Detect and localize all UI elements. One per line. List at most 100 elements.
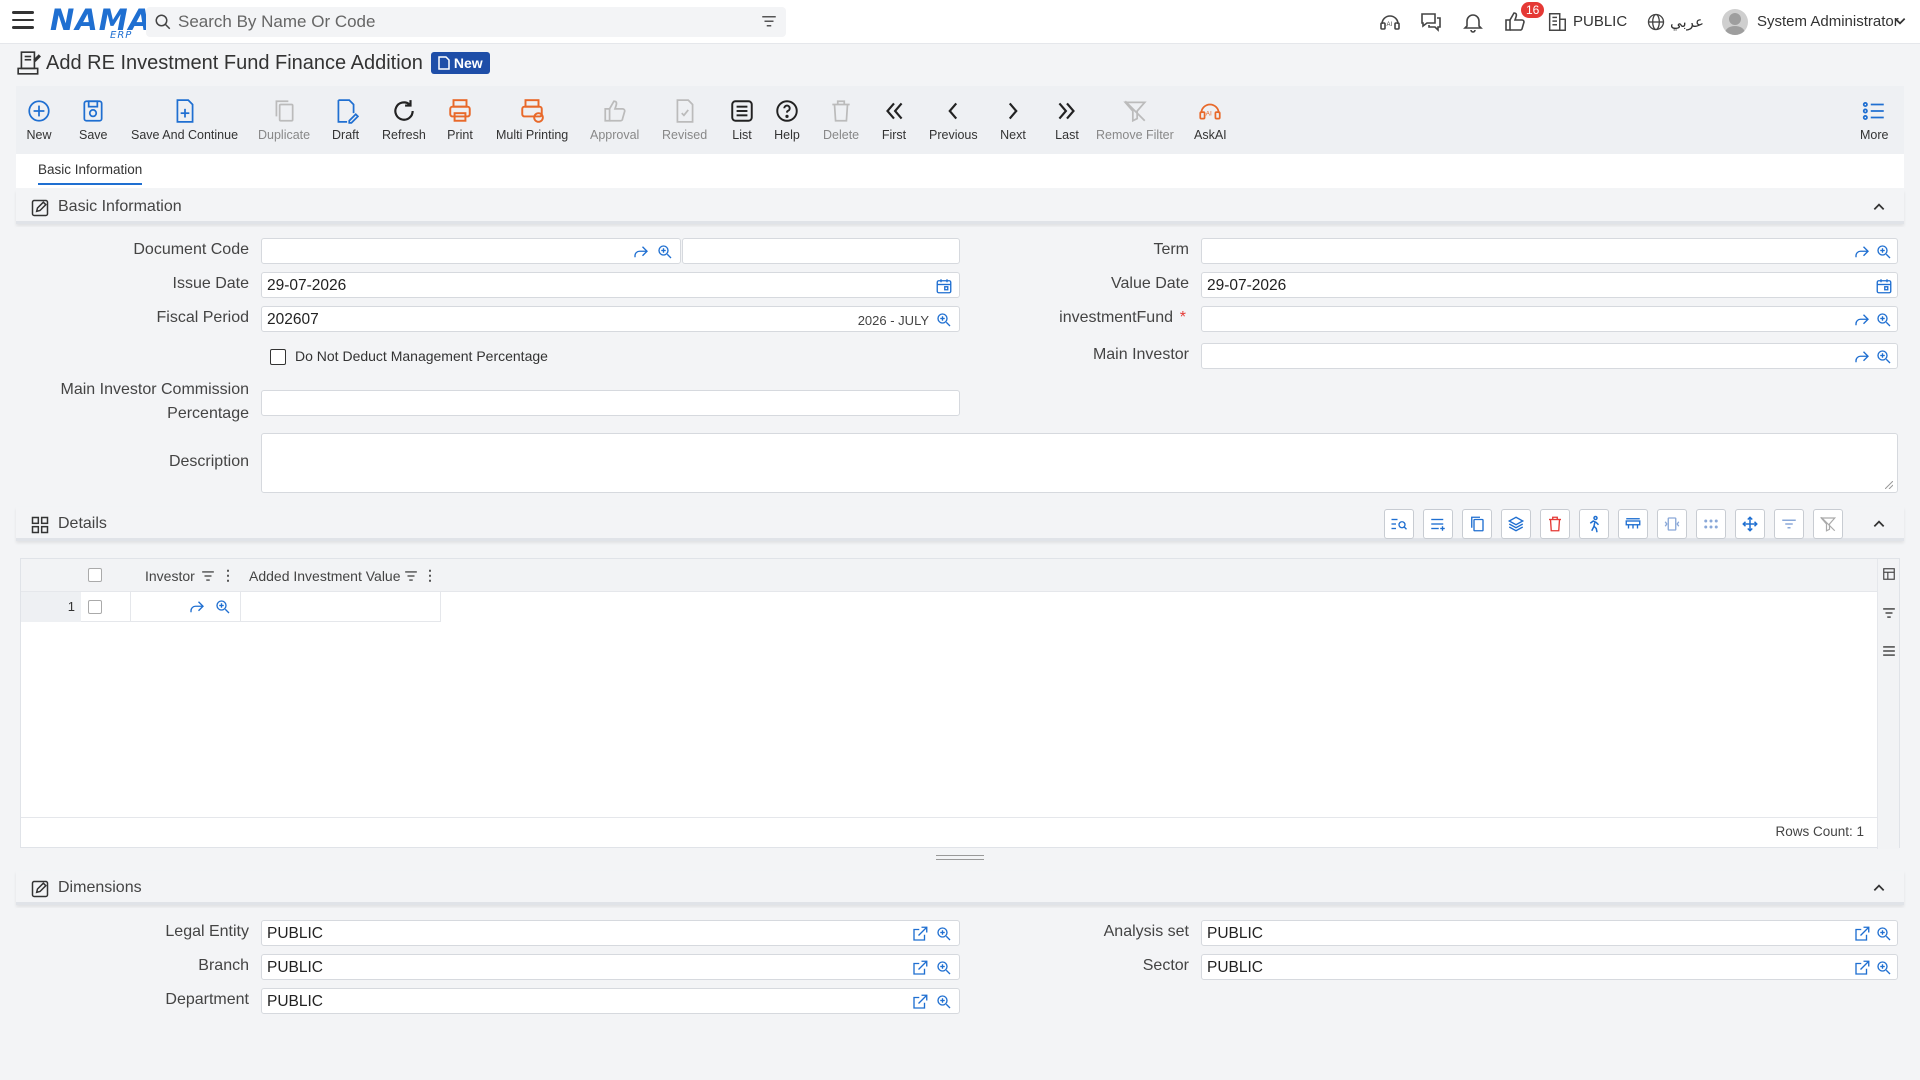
grid-add-row-button[interactable] bbox=[1423, 509, 1453, 539]
column-menu-icon[interactable]: ⋮ bbox=[423, 567, 437, 584]
search-input[interactable] bbox=[178, 11, 738, 33]
grid-fit-button[interactable] bbox=[1657, 509, 1687, 539]
next-button[interactable]: Next bbox=[1000, 86, 1026, 154]
grid-filter-button[interactable] bbox=[1774, 509, 1804, 539]
resize-handle-icon[interactable] bbox=[1885, 481, 1893, 489]
chevron-up-icon[interactable] bbox=[1872, 881, 1886, 895]
search-icon[interactable] bbox=[935, 311, 953, 329]
app-logo[interactable]: NAMA ERP bbox=[50, 3, 152, 41]
draft-button[interactable]: Draft bbox=[332, 86, 359, 154]
investment-fund-field[interactable] bbox=[1201, 306, 1898, 332]
grid-search-button[interactable] bbox=[1384, 509, 1414, 539]
department-field[interactable]: PUBLIC bbox=[261, 988, 960, 1014]
search-icon[interactable] bbox=[1875, 959, 1893, 977]
column-header-investor[interactable]: Investor bbox=[145, 568, 195, 584]
duplicate-button[interactable]: Duplicate bbox=[258, 86, 310, 154]
select-all-checkbox[interactable] bbox=[88, 568, 102, 582]
grid-dots-button[interactable] bbox=[1696, 509, 1726, 539]
investor-cell[interactable] bbox=[130, 592, 241, 622]
globe-icon[interactable] bbox=[1646, 10, 1666, 34]
external-link-icon[interactable] bbox=[911, 925, 929, 943]
legal-entity-field[interactable]: PUBLIC bbox=[261, 920, 960, 946]
external-link-icon[interactable] bbox=[1853, 925, 1871, 943]
main-investor-field[interactable] bbox=[1201, 343, 1898, 369]
grid-run-button[interactable] bbox=[1579, 509, 1609, 539]
search-icon[interactable] bbox=[935, 959, 953, 977]
column-filter-icon[interactable] bbox=[404, 570, 418, 582]
grid-remove-filter-button[interactable] bbox=[1813, 509, 1843, 539]
resize-handle[interactable] bbox=[936, 855, 984, 860]
company-name[interactable]: PUBLIC bbox=[1573, 13, 1627, 30]
previous-button[interactable]: Previous bbox=[929, 86, 978, 154]
user-name[interactable]: System Administrator bbox=[1757, 13, 1899, 30]
help-button[interactable]: Help bbox=[774, 86, 800, 154]
tab-basic-information[interactable]: Basic Information bbox=[38, 162, 143, 185]
value-date-field[interactable]: 29-07-2026 bbox=[1201, 272, 1898, 298]
share-icon[interactable] bbox=[632, 243, 650, 261]
share-icon[interactable] bbox=[1853, 243, 1871, 261]
issue-date-field[interactable]: 29-07-2026 bbox=[261, 272, 960, 298]
external-link-icon[interactable] bbox=[1853, 959, 1871, 977]
delete-button[interactable]: Delete bbox=[823, 86, 859, 154]
added-investment-value-cell[interactable] bbox=[241, 592, 441, 622]
chat-icon[interactable] bbox=[1419, 10, 1443, 34]
row-checkbox[interactable] bbox=[88, 600, 102, 614]
new-button[interactable]: New bbox=[26, 86, 52, 154]
language-switch[interactable]: عربي bbox=[1670, 13, 1704, 31]
filter-icon[interactable] bbox=[1882, 607, 1896, 619]
print-button[interactable]: Print bbox=[447, 86, 473, 154]
description-textarea[interactable] bbox=[261, 433, 1898, 493]
search-icon[interactable] bbox=[935, 993, 953, 1011]
approval-button[interactable]: Approval bbox=[590, 86, 639, 154]
last-button[interactable]: Last bbox=[1054, 86, 1080, 154]
grid-layers-button[interactable] bbox=[1501, 509, 1531, 539]
sector-field[interactable]: PUBLIC bbox=[1201, 954, 1898, 980]
chevron-up-icon[interactable] bbox=[1872, 200, 1886, 214]
multi-printing-button[interactable]: Multi Printing bbox=[496, 86, 568, 154]
refresh-button[interactable]: Refresh bbox=[382, 86, 426, 154]
user-avatar[interactable] bbox=[1722, 9, 1748, 35]
chevron-down-icon[interactable] bbox=[1893, 14, 1907, 28]
search-icon[interactable] bbox=[1875, 243, 1893, 261]
chevron-up-icon[interactable] bbox=[1872, 517, 1886, 531]
external-link-icon[interactable] bbox=[911, 993, 929, 1011]
branch-field[interactable]: PUBLIC bbox=[261, 954, 960, 980]
fiscal-period-field[interactable]: 202607 2026 - JULY bbox=[261, 306, 960, 332]
revised-button[interactable]: Revised bbox=[662, 86, 707, 154]
grid-copy-button[interactable] bbox=[1462, 509, 1492, 539]
commission-percentage-field[interactable] bbox=[261, 390, 960, 416]
save-and-continue-button[interactable]: Save And Continue bbox=[131, 86, 238, 154]
no-deduct-checkbox[interactable] bbox=[270, 349, 286, 365]
bell-icon[interactable] bbox=[1461, 10, 1485, 34]
analysis-set-field[interactable]: PUBLIC bbox=[1201, 920, 1898, 946]
more-button[interactable]: More bbox=[1860, 86, 1888, 154]
column-header-added-investment-value[interactable]: Added Investment Value bbox=[249, 568, 401, 584]
term-field[interactable] bbox=[1201, 238, 1898, 264]
grid-move-button[interactable] bbox=[1735, 509, 1765, 539]
search-icon[interactable] bbox=[1875, 348, 1893, 366]
search-icon[interactable] bbox=[656, 243, 674, 261]
basic-information-header[interactable]: Basic Information bbox=[16, 190, 1904, 224]
calendar-icon[interactable] bbox=[935, 277, 953, 295]
ai-assistant-icon[interactable]: AI bbox=[1378, 10, 1402, 34]
grid-delete-button[interactable] bbox=[1540, 509, 1570, 539]
grid-merge-button[interactable] bbox=[1618, 509, 1648, 539]
external-link-icon[interactable] bbox=[911, 959, 929, 977]
dimensions-header[interactable]: Dimensions bbox=[16, 871, 1904, 905]
document-code-secondary-field[interactable] bbox=[682, 238, 960, 264]
share-icon[interactable] bbox=[1853, 348, 1871, 366]
askai-button[interactable]: AI AskAI bbox=[1194, 86, 1227, 154]
remove-filter-button[interactable]: Remove Filter bbox=[1096, 86, 1174, 154]
table-row[interactable]: 1 bbox=[21, 592, 441, 622]
search-icon[interactable] bbox=[1875, 925, 1893, 943]
document-code-field[interactable] bbox=[261, 238, 681, 264]
menu-lines-icon[interactable] bbox=[1882, 645, 1896, 657]
share-icon[interactable] bbox=[1853, 311, 1871, 329]
search-icon[interactable] bbox=[935, 925, 953, 943]
save-button[interactable]: Save bbox=[79, 86, 108, 154]
first-button[interactable]: First bbox=[881, 86, 907, 154]
search-icon[interactable] bbox=[214, 598, 232, 616]
column-menu-icon[interactable]: ⋮ bbox=[221, 567, 235, 584]
menu-icon[interactable] bbox=[12, 11, 34, 31]
search-icon[interactable] bbox=[1875, 311, 1893, 329]
